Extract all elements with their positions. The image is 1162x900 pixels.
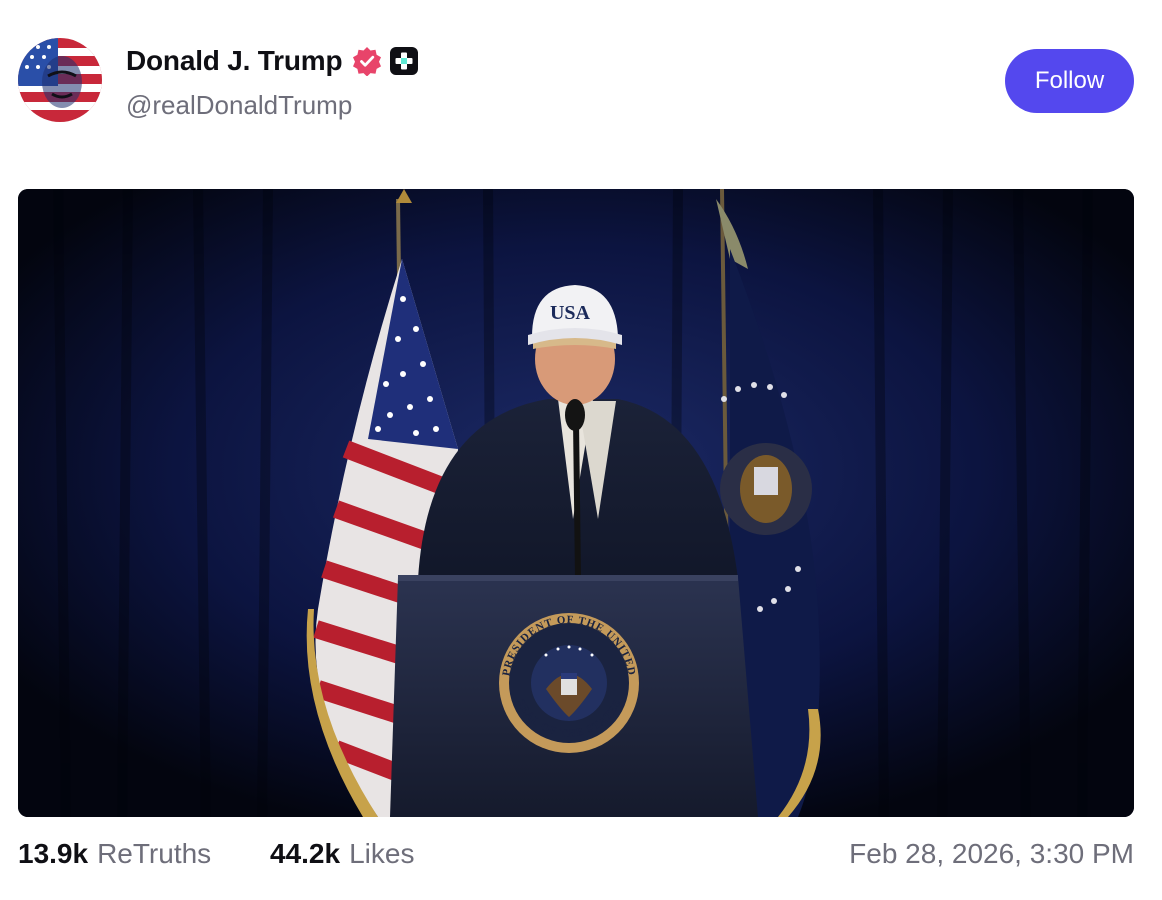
post-header: Donald J. Trump @realDonaldTrump Follow [18, 38, 1134, 128]
likes-stat[interactable]: 44.2k Likes [270, 838, 414, 870]
post-media-image[interactable]: USA PRESIDENT OF THE UNITED SEAL OF THE … [18, 189, 1134, 817]
retruths-stat[interactable]: 13.9k ReTruths [18, 838, 211, 870]
likes-label: Likes [349, 838, 415, 869]
press-conference-photo: USA PRESIDENT OF THE UNITED SEAL OF THE … [18, 189, 1134, 817]
verified-badge-icon [352, 46, 382, 77]
truth-plus-icon [390, 47, 419, 75]
author-avatar[interactable] [18, 38, 102, 122]
author-handle[interactable]: @realDonaldTrump [126, 90, 352, 121]
likes-count: 44.2k [270, 838, 341, 869]
post-timestamp[interactable]: Feb 28, 2026, 3:30 PM [849, 838, 1134, 870]
post-footer: 13.9k ReTruths 44.2k Likes Feb 28, 2026,… [18, 838, 1134, 878]
retruths-label: ReTruths [97, 838, 212, 869]
follow-button[interactable]: Follow [1005, 49, 1134, 113]
avatar-image [18, 38, 102, 122]
author-name-row: Donald J. Trump [126, 44, 419, 78]
author-display-name[interactable]: Donald J. Trump [126, 45, 343, 77]
cap-text: USA [550, 302, 591, 324]
retruths-count: 13.9k [18, 838, 89, 869]
